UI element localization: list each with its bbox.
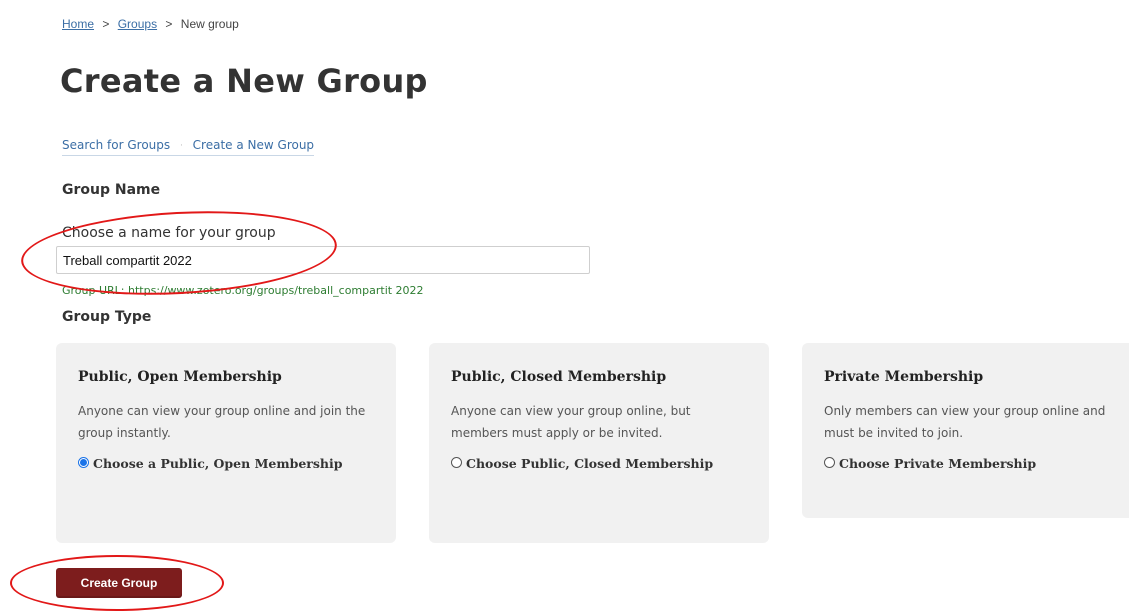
breadcrumb-groups-link[interactable]: Groups	[118, 17, 157, 31]
create-group-link[interactable]: Create a New Group	[193, 138, 314, 152]
card-title: Public, Closed Membership	[451, 369, 667, 385]
breadcrumb-separator: >	[165, 17, 173, 31]
card-description: Anyone can view your group online and jo…	[78, 404, 366, 440]
public-closed-radio-option[interactable]: Choose Public, Closed Membership	[451, 452, 747, 475]
group-url-preview: Group URL: https://www.zotero.org/groups…	[62, 284, 424, 297]
card-title: Private Membership	[824, 369, 984, 385]
card-description: Only members can view your group online …	[824, 404, 1106, 440]
group-type-heading: Group Type	[62, 309, 152, 325]
public-open-radio-option[interactable]: Choose a Public, Open Membership	[78, 452, 374, 475]
group-type-options: Public, Open Membership Anyone can view …	[56, 343, 1129, 543]
create-group-button[interactable]: Create Group	[56, 568, 182, 598]
radio-label[interactable]: Choose a Public, Open Membership	[93, 452, 342, 475]
radio-unchecked-icon[interactable]	[824, 457, 835, 468]
breadcrumb-separator: >	[102, 17, 110, 31]
group-type-card-public-open: Public, Open Membership Anyone can view …	[56, 343, 396, 543]
group-name-input[interactable]	[56, 246, 590, 274]
breadcrumb-home-link[interactable]: Home	[62, 17, 94, 31]
radio-checked-icon[interactable]	[78, 457, 89, 468]
breadcrumb: Home > Groups > New group	[62, 17, 239, 31]
search-groups-link[interactable]: Search for Groups	[62, 138, 170, 152]
sub-navigation: Search for Groups · Create a New Group	[62, 138, 315, 156]
page-title: Create a New Group	[60, 62, 428, 100]
group-name-label: Choose a name for your group	[62, 225, 276, 241]
subnav-separator: ·	[179, 140, 183, 151]
group-type-card-private: Private Membership Only members can view…	[802, 343, 1129, 518]
group-name-heading: Group Name	[62, 182, 161, 198]
radio-unchecked-icon[interactable]	[451, 457, 462, 468]
radio-label[interactable]: Choose Private Membership	[839, 452, 1036, 475]
private-radio-option[interactable]: Choose Private Membership	[824, 452, 1120, 475]
breadcrumb-current: New group	[180, 17, 239, 31]
group-type-card-public-closed: Public, Closed Membership Anyone can vie…	[429, 343, 769, 543]
card-title: Public, Open Membership	[78, 369, 282, 385]
card-description: Anyone can view your group online, but m…	[451, 404, 691, 440]
radio-label[interactable]: Choose Public, Closed Membership	[466, 452, 713, 475]
